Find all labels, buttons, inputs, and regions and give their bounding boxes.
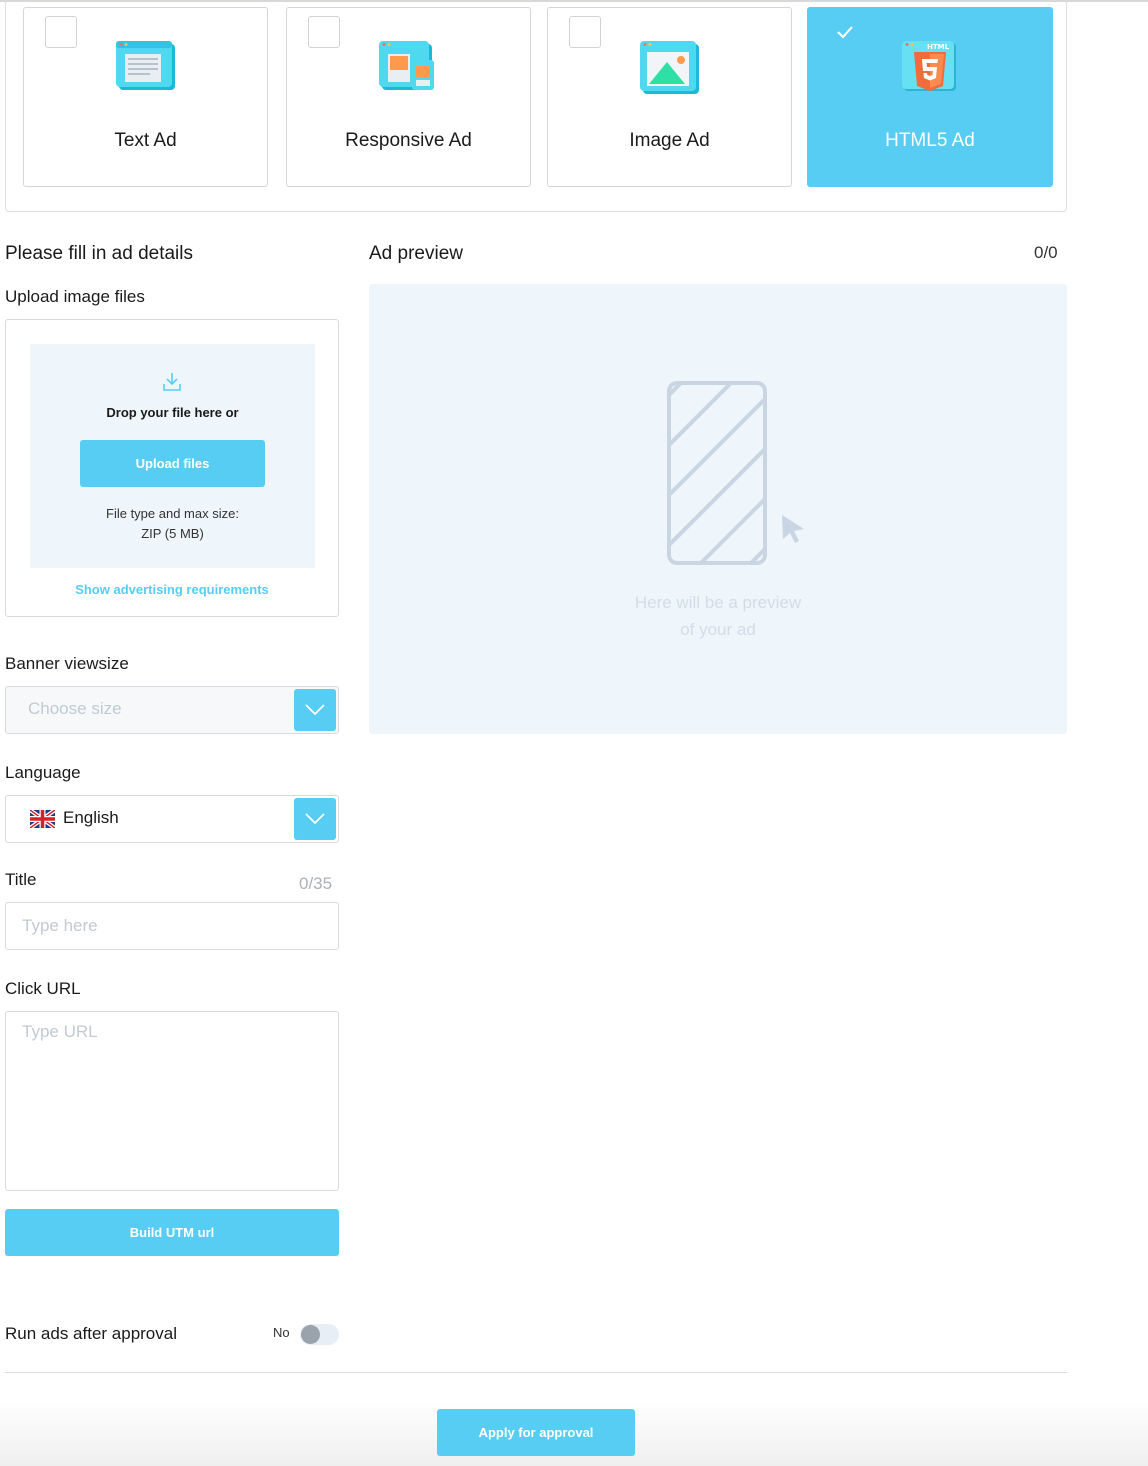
phone-placeholder-icon [667,381,804,565]
preview-counter: 0/0 [1034,243,1058,262]
form-title: Please fill in ad details [5,243,193,264]
toggle-knob [301,1325,320,1344]
divider [5,1372,1067,1373]
build-utm-button[interactable]: Build UTM url [5,1209,339,1256]
banner-size-placeholder: Choose size [28,699,122,718]
title-counter: 0/35 [299,874,333,893]
ad-type-html5[interactable]: HTML HTML5 Ad [807,7,1053,187]
run-after-approval-label: Run ads after approval [5,1324,177,1343]
ad-type-responsive[interactable]: Responsive Ad [286,7,531,187]
language-select[interactable]: English [5,795,339,843]
checkbox[interactable] [45,16,77,48]
download-icon [163,373,181,391]
language-label: Language [5,763,81,782]
banner-size-label: Banner viewsize [5,654,129,673]
html-badge: HTML [927,43,950,51]
apply-for-approval-button[interactable]: Apply for approval [437,1409,635,1456]
drop-zone[interactable]: Drop your file here or Upload files File… [30,344,315,568]
checkbox[interactable] [569,16,601,48]
upload-box: Drop your file here or Upload files File… [5,319,339,617]
click-url-label: Click URL [5,979,81,998]
image-ad-icon [639,41,699,94]
preview-title: Ad preview [369,243,463,264]
title-input[interactable] [5,902,339,950]
title-label: Title [5,870,37,889]
ad-type-image[interactable]: Image Ad [547,7,792,187]
show-requirements-link[interactable]: Show advertising requirements [6,582,338,597]
upload-files-button[interactable]: Upload files [80,440,265,487]
file-type-value: ZIP (5 MB) [141,526,204,541]
text-ad-icon [115,41,175,90]
ad-type-label: Text Ad [114,130,177,151]
responsive-ad-icon [378,41,434,90]
banner-size-select[interactable]: Choose size [5,686,339,734]
html5-ad-icon: HTML [902,41,956,91]
ad-type-label: Image Ad [629,130,710,151]
preview-placeholder-text: Here will be a preview of your ad [369,589,1067,643]
drop-text: Drop your file here or [106,405,239,420]
checkbox[interactable] [308,16,340,48]
click-url-input[interactable] [5,1011,339,1191]
preview-line-2: of your ad [680,620,756,639]
toggle-state-label: No [273,1325,290,1340]
ad-preview-area: Here will be a preview of your ad [369,284,1067,734]
ad-type-label: HTML5 Ad [885,130,975,151]
ad-type-text[interactable]: Text Ad [23,7,268,187]
checkbox[interactable] [829,16,861,48]
run-after-approval-toggle[interactable] [300,1324,339,1345]
chevron-down-icon[interactable] [294,798,336,840]
ad-type-selector: Text Ad Responsive Ad Image Ad HTML HTML… [5,0,1067,212]
file-type-info: File type and max size: ZIP (5 MB) [30,504,315,544]
preview-line-1: Here will be a preview [634,593,802,612]
language-value: English [63,808,119,827]
file-type-label: File type and max size: [106,506,239,521]
uk-flag-icon [30,810,55,828]
ad-type-label: Responsive Ad [345,130,472,151]
chevron-down-icon[interactable] [294,689,336,731]
upload-label: Upload image files [5,287,145,306]
